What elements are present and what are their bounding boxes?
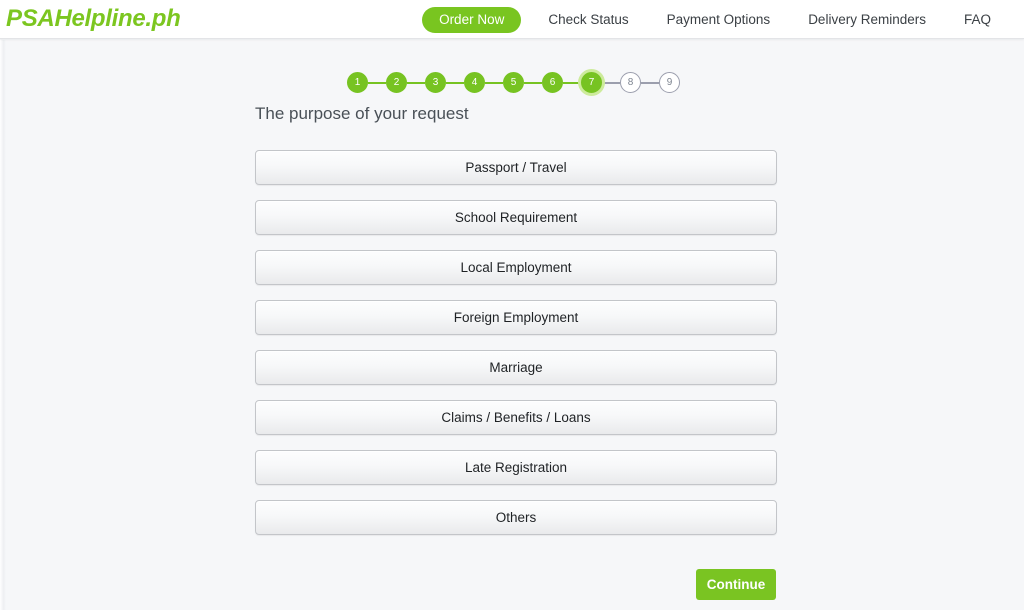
step-9[interactable]: 9	[659, 72, 680, 93]
step-4[interactable]: 4	[464, 72, 485, 93]
option-local-employment[interactable]: Local Employment	[255, 250, 777, 285]
step-connector-8-9	[641, 81, 659, 84]
option-late-registration[interactable]: Late Registration	[255, 450, 777, 485]
step-3[interactable]: 3	[425, 72, 446, 93]
step-connector-5-6	[524, 81, 542, 84]
continue-button[interactable]: Continue	[696, 569, 776, 600]
purpose-option-list: Passport / Travel School Requirement Loc…	[255, 150, 777, 535]
main-navigation: Order Now Check Status Payment Options D…	[422, 0, 1010, 39]
site-header: PSAHelpline.ph Order Now Check Status Pa…	[0, 0, 1024, 39]
step-8[interactable]: 8	[620, 72, 641, 93]
left-gutter	[0, 40, 6, 610]
nav-item-payment-options[interactable]: Payment Options	[648, 0, 790, 39]
option-foreign-employment[interactable]: Foreign Employment	[255, 300, 777, 335]
option-claims-benefits-loans[interactable]: Claims / Benefits / Loans	[255, 400, 777, 435]
step-5[interactable]: 5	[503, 72, 524, 93]
step-connector-2-3	[407, 81, 425, 84]
page-root: PSAHelpline.ph Order Now Check Status Pa…	[0, 0, 1024, 610]
step-connector-7-8	[602, 81, 620, 84]
option-passport-travel[interactable]: Passport / Travel	[255, 150, 777, 185]
step-connector-3-4	[446, 81, 464, 84]
nav-item-faq[interactable]: FAQ	[945, 0, 1010, 39]
nav-item-delivery-reminders[interactable]: Delivery Reminders	[789, 0, 945, 39]
step-connector-6-7	[563, 81, 581, 84]
step-7[interactable]: 7	[581, 72, 602, 93]
nav-item-check-status[interactable]: Check Status	[529, 0, 647, 39]
step-6[interactable]: 6	[542, 72, 563, 93]
page-title: The purpose of your request	[255, 104, 469, 123]
option-marriage[interactable]: Marriage	[255, 350, 777, 385]
step-2[interactable]: 2	[386, 72, 407, 93]
progress-stepper: 1 2 3 4 5 6 7 8 9	[347, 72, 680, 93]
step-connector-4-5	[485, 81, 503, 84]
step-connector-1-2	[368, 81, 386, 84]
option-school-requirement[interactable]: School Requirement	[255, 200, 777, 235]
step-1[interactable]: 1	[347, 72, 368, 93]
nav-item-order-now[interactable]: Order Now	[422, 6, 522, 33]
site-logo[interactable]: PSAHelpline.ph	[6, 4, 181, 34]
option-others[interactable]: Others	[255, 500, 777, 535]
